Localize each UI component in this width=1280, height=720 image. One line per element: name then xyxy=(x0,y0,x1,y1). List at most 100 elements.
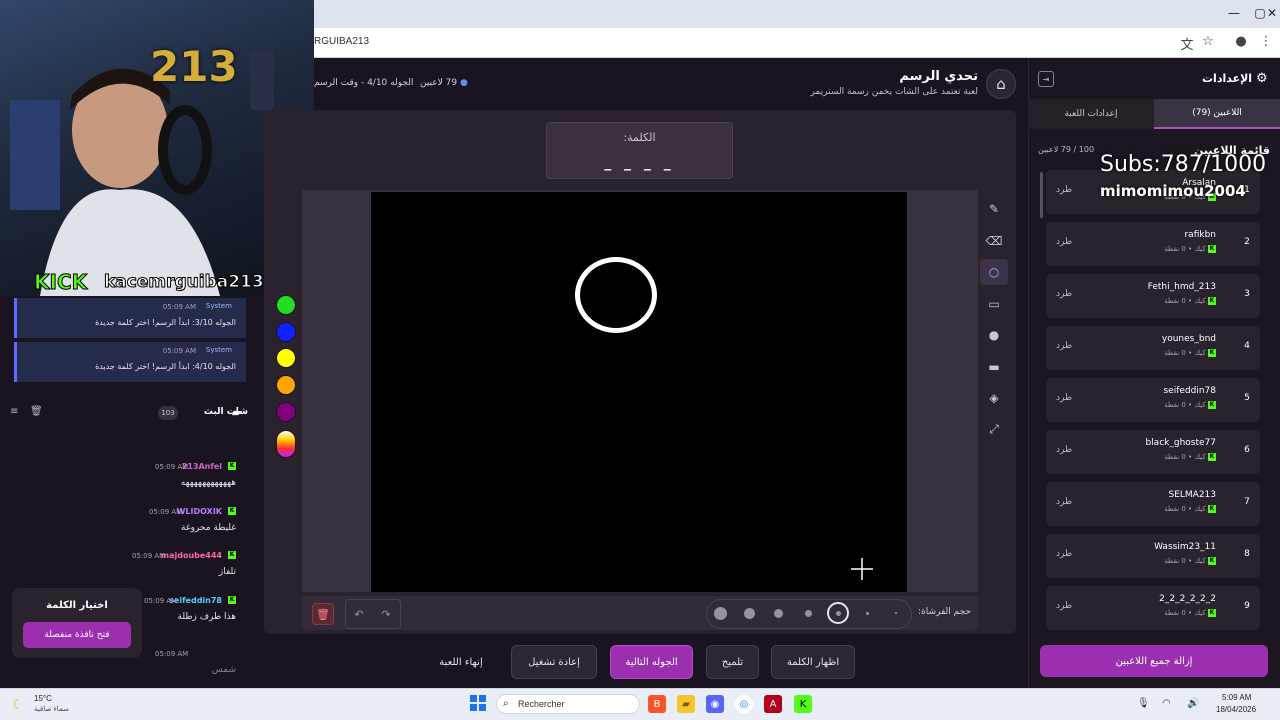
kick-player-button[interactable]: طرد xyxy=(1056,445,1072,455)
player-name: rafikbn xyxy=(1184,230,1216,240)
folder-icon[interactable]: ▰ xyxy=(677,695,695,713)
scrollbar[interactable] xyxy=(1040,172,1043,218)
chat-username[interactable]: majdoube444 xyxy=(161,551,222,560)
color-swatch-green[interactable] xyxy=(276,295,296,315)
color-swatch-orange[interactable] xyxy=(276,375,296,395)
kick-player-button[interactable]: طرد xyxy=(1056,289,1072,299)
kick-badge-icon: K xyxy=(1208,297,1216,305)
network-icon[interactable]: ◠ xyxy=(1162,698,1171,709)
redo-icon[interactable]: ↷ xyxy=(375,603,397,625)
kick-player-button[interactable]: طرد xyxy=(1056,549,1072,559)
line-tool-icon[interactable]: ⤢ xyxy=(980,416,1008,442)
player-info: K كيك • 0 نقطة xyxy=(1164,557,1216,565)
moon-weather-icon: ☾ xyxy=(12,697,25,713)
brush-size-xl[interactable] xyxy=(714,607,727,620)
minimize-button[interactable]: — xyxy=(1224,6,1244,20)
drawn-circle xyxy=(575,257,657,333)
browser-menu-icon[interactable]: ⋮ xyxy=(1257,34,1275,49)
drawing-canvas[interactable] xyxy=(371,192,907,592)
trash-icon[interactable]: 🗑 xyxy=(30,406,43,417)
player-rank: 5 xyxy=(1244,393,1250,403)
clear-canvas-button[interactable]: 🗑 xyxy=(312,603,334,625)
kick-badge-icon: K xyxy=(1208,349,1216,357)
brush-size-xs[interactable] xyxy=(866,612,869,615)
player-row: 2 rafikbn K كيك • 0 نقطة طرد xyxy=(1046,222,1260,266)
kick-player-button[interactable]: طرد xyxy=(1056,237,1072,247)
round-info: الجوله 4/10 - وقت الرسم xyxy=(314,78,414,88)
close-window-button[interactable]: ✕ xyxy=(1262,6,1280,20)
restart-button[interactable]: إعادة تشغيل xyxy=(511,645,597,679)
color-picker-icon[interactable] xyxy=(276,430,296,458)
balloon-number: 213 xyxy=(150,42,238,91)
brush-size-selected[interactable] xyxy=(827,602,849,624)
player-rank: 4 xyxy=(1244,341,1250,351)
volume-icon[interactable]: 🔊 xyxy=(1187,698,1199,709)
brave-icon[interactable]: B xyxy=(648,695,666,713)
filter-icon[interactable]: ≡ xyxy=(10,406,18,417)
undo-icon[interactable]: ↶ xyxy=(348,603,370,625)
chat-time: 05:09 AM xyxy=(149,508,183,516)
profile-avatar-icon[interactable]: ● xyxy=(1232,34,1250,49)
brush-size-lg[interactable] xyxy=(744,608,755,619)
microphone-icon[interactable]: 🎙 xyxy=(1137,698,1150,709)
windows-start-icon[interactable] xyxy=(470,695,486,711)
circle-tool-icon[interactable]: ○ xyxy=(980,259,1008,285)
kick-badge-icon: K xyxy=(1208,609,1216,617)
subs-overlay: Subs:787/1000 xyxy=(1100,152,1267,177)
chat-text: ههههههههههههه xyxy=(180,478,236,488)
tab-game-settings[interactable]: إعدادات اللعبة xyxy=(1028,99,1154,129)
filled-circle-icon[interactable]: ● xyxy=(980,322,1008,348)
gear-icon: ⚙ xyxy=(1256,71,1268,86)
home-icon[interactable]: ⌂ xyxy=(986,69,1016,99)
filled-rectangle-icon[interactable]: ▬ xyxy=(980,354,1008,380)
end-game-button[interactable]: إنهاء اللعبة xyxy=(425,645,497,679)
acrobat-icon[interactable]: A xyxy=(764,695,782,713)
player-row: 5 seifeddin78 K كيك • 0 نقطة طرد xyxy=(1046,378,1260,422)
rectangle-tool-icon[interactable]: ▭ xyxy=(980,291,1008,317)
discord-icon[interactable]: ◉ xyxy=(706,695,724,713)
kick-badge-icon: K xyxy=(228,507,236,515)
chat-username[interactable]: WLIDOXIK xyxy=(177,507,222,516)
system-name: System xyxy=(205,346,232,354)
eraser-icon[interactable]: ⌫ xyxy=(980,228,1008,254)
chrome-icon[interactable]: ◎ xyxy=(735,695,753,713)
collapse-sidebar-icon[interactable]: ⇥ xyxy=(1038,71,1054,87)
player-row: 3 Fethi_hmd_213 K كيك • 0 نقطة طرد xyxy=(1046,274,1260,318)
crosshair-cursor-icon xyxy=(851,558,873,580)
remove-all-players-button[interactable]: إزالة جميع اللاعبين xyxy=(1040,645,1268,677)
hint-button[interactable]: تلميح xyxy=(706,645,759,679)
system-time: 05:09 AM xyxy=(162,303,196,311)
kick-player-button[interactable]: طرد xyxy=(1056,185,1072,195)
open-popup-button[interactable]: فتح نافذة منفصلة xyxy=(23,622,131,648)
brush-size-md[interactable] xyxy=(774,609,783,618)
url-text[interactable]: RGUIBA213 xyxy=(314,36,369,47)
fill-bucket-icon[interactable]: ◈ xyxy=(980,385,1008,411)
player-info: K كيك • 0 نقطة xyxy=(1164,609,1216,617)
player-count-text: 79 لاعبين xyxy=(420,78,458,88)
show-word-button[interactable]: اظهار الكلمة xyxy=(771,645,855,679)
pencil-icon[interactable]: ✎ xyxy=(980,196,1008,222)
brush-size-xxs[interactable] xyxy=(895,612,897,614)
player-list-count: 100 / 79 لاعبين xyxy=(1038,145,1095,154)
chat-text: شمس xyxy=(211,665,236,675)
translate-icon[interactable]: 文 xyxy=(1178,34,1196,53)
brush-size-sm[interactable] xyxy=(805,610,812,617)
bookmark-star-icon[interactable]: ☆ xyxy=(1199,34,1217,49)
next-round-button[interactable]: الجوله التالية xyxy=(610,645,693,679)
chat-text: هذا طرف زطلة xyxy=(177,612,236,622)
chat-count-badge: 103 xyxy=(158,406,178,420)
kick-player-button[interactable]: طرد xyxy=(1056,341,1072,351)
kick-player-button[interactable]: طرد xyxy=(1056,393,1072,403)
word-box: الكلمة: _ _ _ _ xyxy=(546,122,733,179)
kick-badge-icon: K xyxy=(228,551,236,559)
color-swatch-blue[interactable] xyxy=(276,322,296,342)
player-rank: 3 xyxy=(1244,289,1250,299)
color-swatch-purple[interactable] xyxy=(276,402,296,422)
color-swatch-yellow[interactable] xyxy=(276,348,296,368)
player-row: 9 2_2_2_2_2_2 K كيك • 0 نقطة طرد xyxy=(1046,586,1260,630)
kick-player-button[interactable]: طرد xyxy=(1056,601,1072,611)
tab-players[interactable]: اللاعبين (79) xyxy=(1154,99,1280,129)
kick-app-icon[interactable]: K xyxy=(794,695,812,713)
system-time: 05:09 AM xyxy=(162,347,196,355)
kick-player-button[interactable]: طرد xyxy=(1056,497,1072,507)
